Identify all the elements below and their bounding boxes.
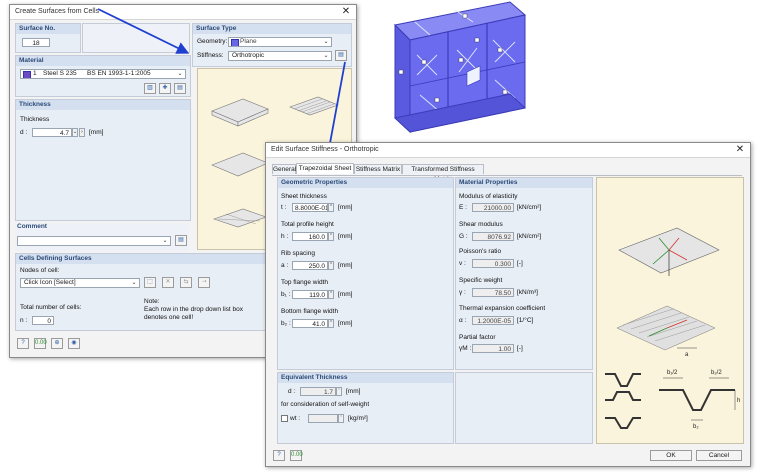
partial-factor-unit: [-]: [517, 345, 523, 352]
equivalent-thickness-panel: Equivalent Thickness d : 1.7 ⌃ [mm] for …: [277, 372, 454, 444]
sheet-thickness-symbol: t :: [281, 204, 287, 211]
thermal-field: 1.2000E-05: [472, 316, 514, 325]
equivalent-d-unit: [mm]: [346, 388, 361, 395]
modulus-symbol: E :: [459, 204, 467, 211]
bottom-flange-label: Bottom flange width: [281, 308, 339, 315]
thermal-unit: [1/°C]: [517, 317, 534, 324]
self-weight-label: for consideration of self-weight: [281, 401, 370, 408]
tab-trapezoidal-sheet[interactable]: Trapezoidal Sheet: [296, 163, 354, 174]
wt-input[interactable]: [308, 414, 338, 423]
thermal-label: Thermal expansion coefficient: [459, 305, 546, 312]
top-flange-label: Top flange width: [281, 279, 328, 286]
help-button[interactable]: ?: [273, 450, 285, 461]
tab-general[interactable]: General: [272, 164, 296, 174]
dim-h: h: [737, 398, 740, 404]
stiffness-dialog-titlebar: Edit Surface Stiffness - Orthotropic ✕: [266, 143, 750, 158]
sheet-thickness-unit: [mm]: [338, 204, 353, 211]
rib-spacing-symbol: a :: [281, 262, 289, 269]
sheet-diagram: a b₁/2 b₂/2 h b₂: [605, 227, 740, 430]
partial-factor-symbol: γM :: [459, 345, 472, 352]
top-flange-input[interactable]: 119.0: [292, 290, 328, 299]
ok-button[interactable]: OK: [650, 450, 692, 461]
tab-stiffness-matrix[interactable]: Stiffness Matrix: [354, 164, 402, 174]
units-button[interactable]: 0.00: [290, 450, 303, 461]
poisson-symbol: v :: [459, 260, 466, 267]
shear-modulus-unit: [kN/cm²]: [517, 233, 542, 240]
dim-b1-half: b₁/2: [667, 370, 678, 376]
empty-panel: [455, 372, 593, 444]
shear-modulus-field: 8076.92: [472, 232, 514, 241]
sheet-thickness-spinner[interactable]: ⌃: [328, 203, 334, 212]
rib-spacing-spinner[interactable]: ⌃: [328, 261, 334, 270]
partial-factor-field: 1.00: [472, 344, 514, 353]
specific-weight-label: Specific weight: [459, 277, 503, 284]
partial-factor-label: Partial factor: [459, 334, 496, 341]
poisson-unit: [-]: [517, 260, 523, 267]
poisson-field: 0.300: [472, 259, 514, 268]
profile-height-symbol: h :: [281, 233, 289, 240]
profile-height-spinner[interactable]: ⌃: [328, 232, 334, 241]
profile-height-label: Total profile height: [281, 221, 334, 228]
equivalent-thickness-header: Equivalent Thickness: [278, 373, 453, 383]
shear-modulus-label: Shear modulus: [459, 221, 503, 228]
geometric-properties-header: Geometric Properties: [278, 178, 453, 188]
dim-b2: b₂: [693, 424, 699, 430]
sheet-thickness-input[interactable]: 8.8000E-01: [292, 203, 328, 212]
material-properties-panel: Material Properties Modulus of elasticit…: [455, 177, 593, 370]
wt-unit: [kg/m²]: [348, 415, 368, 422]
trapezoidal-sheet-illustration: a b₁/2 b₂/2 h b₂: [596, 177, 744, 444]
top-flange-unit: [mm]: [338, 291, 353, 298]
wt-label: wt :: [290, 415, 301, 422]
dim-a: a: [685, 352, 689, 358]
bottom-flange-input[interactable]: 41.0: [292, 319, 328, 328]
rib-spacing-label: Rib spacing: [281, 250, 315, 257]
thermal-symbol: α :: [459, 317, 467, 324]
modulus-label: Modulus of elasticity: [459, 193, 518, 200]
tab-bar: General Trapezoidal Sheet Stiffness Matr…: [272, 163, 742, 183]
specific-weight-unit: [kN/m³]: [517, 289, 538, 296]
profile-height-unit: [mm]: [338, 233, 353, 240]
edit-stiffness-dialog: Edit Surface Stiffness - Orthotropic ✕ G…: [265, 142, 751, 467]
equivalent-d-field: 1.7: [300, 387, 336, 396]
cancel-button[interactable]: Cancel: [696, 450, 742, 461]
dim-b2-half: b₂/2: [711, 370, 722, 376]
bottom-flange-symbol: b₂ :: [281, 320, 291, 327]
poisson-label: Poisson's ratio: [459, 248, 502, 255]
modulus-field: 21000.00: [472, 203, 514, 212]
shear-modulus-symbol: G :: [459, 233, 468, 240]
modulus-unit: [kN/cm²]: [517, 204, 542, 211]
stiffness-dialog-title: Edit Surface Stiffness - Orthotropic: [271, 146, 379, 153]
top-flange-spinner[interactable]: ⌃: [328, 290, 334, 299]
top-flange-symbol: b₁ :: [281, 291, 291, 298]
wt-checkbox[interactable]: [281, 415, 288, 422]
tab-transformed-stiffness-matrix[interactable]: Transformed Stiffness Matrix: [402, 164, 484, 183]
close-icon[interactable]: ✕: [734, 144, 746, 156]
profile-height-input[interactable]: 160.0: [292, 232, 328, 241]
geometric-properties-panel: Geometric Properties Sheet thickness t :…: [277, 177, 454, 370]
wt-spinner[interactable]: ⌃: [338, 414, 344, 423]
rib-spacing-unit: [mm]: [338, 262, 353, 269]
rib-spacing-input[interactable]: 250.0: [292, 261, 328, 270]
equivalent-d-symbol: d :: [288, 388, 296, 395]
bottom-flange-unit: [mm]: [338, 320, 353, 327]
specific-weight-symbol: γ :: [459, 289, 466, 296]
specific-weight-field: 78.50: [472, 288, 514, 297]
sheet-thickness-label: Sheet thickness: [281, 193, 327, 200]
bottom-flange-spinner[interactable]: ⌃: [328, 319, 334, 328]
equivalent-d-spinner: ⌃: [336, 387, 342, 396]
material-properties-header: Material Properties: [456, 178, 592, 188]
